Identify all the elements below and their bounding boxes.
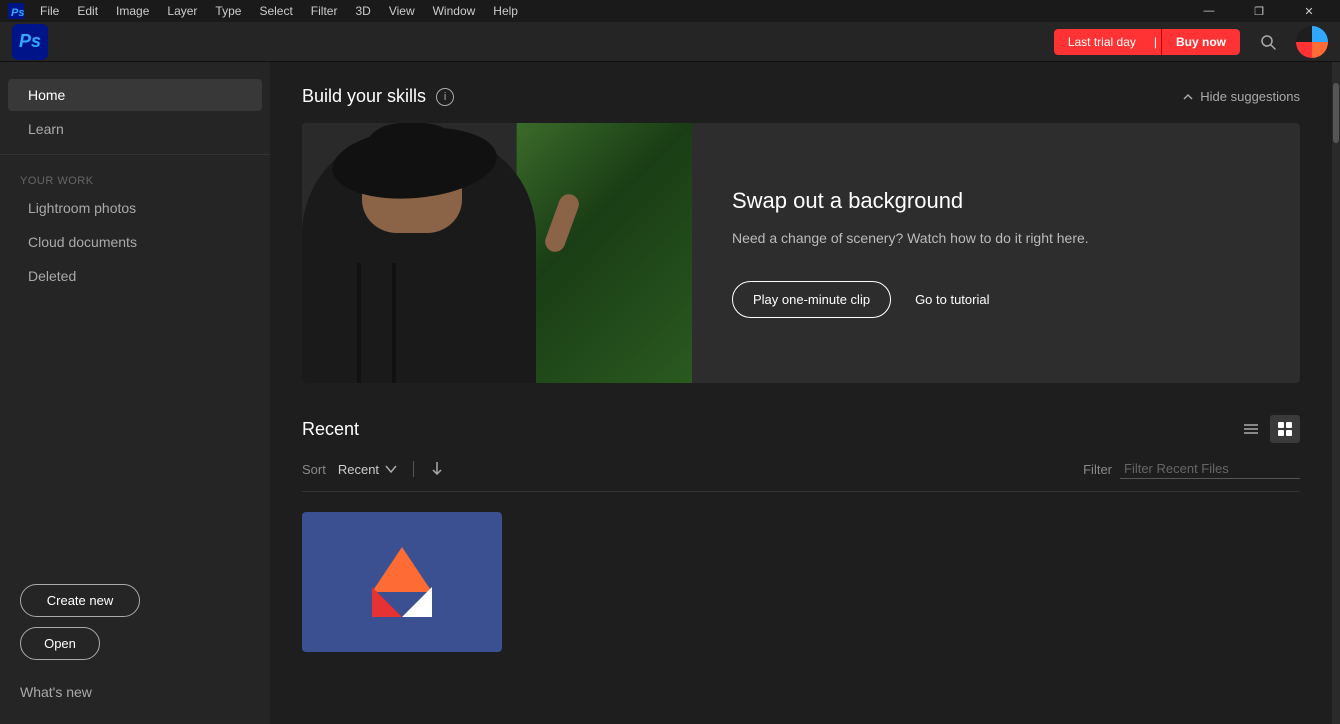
trial-buy-group: Last trial day | Buy now: [1054, 29, 1240, 55]
sidebar-item-whats-new[interactable]: What's new: [0, 676, 270, 708]
tutorial-actions: Play one-minute clip Go to tutorial: [732, 281, 1089, 318]
outfit-strap-left: [357, 263, 361, 383]
recent-file-thumbnail: [302, 512, 502, 652]
filter-input[interactable]: [1120, 459, 1300, 479]
menu-file[interactable]: File: [32, 2, 67, 20]
titlebar: Ps File Edit Image Layer Type Select Fil…: [0, 0, 1340, 22]
menu-select[interactable]: Select: [251, 2, 300, 20]
scrollbar-thumb[interactable]: [1333, 83, 1339, 143]
sort-label: Sort: [302, 462, 326, 477]
recent-title: Recent: [302, 419, 359, 440]
skills-title-group: Build your skills i: [302, 86, 454, 107]
info-icon[interactable]: i: [436, 88, 454, 106]
open-button[interactable]: Open: [20, 627, 100, 660]
menu-3d[interactable]: 3D: [347, 2, 378, 20]
app-icon: Ps: [8, 3, 24, 19]
sidebar-item-cloud[interactable]: Cloud documents: [8, 226, 262, 258]
grid-view-button[interactable]: [1270, 415, 1300, 443]
hat-top: [367, 123, 457, 178]
recent-section-header: Recent: [302, 415, 1300, 443]
menu-image[interactable]: Image: [108, 2, 157, 20]
sort-value: Recent: [338, 462, 379, 477]
hide-suggestions-label: Hide suggestions: [1200, 89, 1300, 104]
skills-title: Build your skills: [302, 86, 426, 107]
search-icon: [1260, 34, 1276, 50]
menu-filter[interactable]: Filter: [303, 2, 346, 20]
sidebar: Home Learn YOUR WORK Lightroom photos Cl…: [0, 62, 270, 724]
minimize-button[interactable]: —: [1186, 0, 1232, 22]
create-new-button[interactable]: Create new: [20, 584, 140, 617]
titlebar-left: Ps File Edit Image Layer Type Select Fil…: [8, 2, 526, 20]
list-view-icon: [1243, 421, 1259, 437]
buy-now-button[interactable]: Buy now: [1161, 29, 1240, 55]
maximize-button[interactable]: ❐: [1236, 0, 1282, 22]
go-to-tutorial-button[interactable]: Go to tutorial: [915, 292, 989, 307]
ps-logo: Ps: [12, 24, 48, 60]
sidebar-item-lightroom[interactable]: Lightroom photos: [8, 192, 262, 224]
tutorial-content: Swap out a background Need a change of s…: [692, 123, 1129, 383]
skills-section-header: Build your skills i Hide suggestions: [302, 86, 1300, 107]
grid-view-icon: [1277, 421, 1293, 437]
your-work-label: YOUR WORK: [0, 163, 270, 191]
menu-layer[interactable]: Layer: [159, 2, 205, 20]
outfit-strap-right: [392, 263, 396, 383]
menu-help[interactable]: Help: [485, 2, 526, 20]
tutorial-title: Swap out a background: [732, 188, 1089, 214]
sort-direction-icon: [430, 461, 444, 475]
sidebar-buttons: Create new Open: [0, 568, 270, 676]
filter-area: Filter: [1083, 459, 1300, 479]
main-layout: Home Learn YOUR WORK Lightroom photos Cl…: [0, 62, 1340, 724]
foliage-bg: [517, 123, 693, 383]
chevron-up-icon: [1182, 91, 1194, 103]
sidebar-item-learn[interactable]: Learn: [8, 113, 262, 145]
sidebar-item-home[interactable]: Home: [8, 79, 262, 111]
sort-select[interactable]: Recent: [338, 462, 397, 477]
filter-label: Filter: [1083, 462, 1112, 477]
sidebar-item-deleted[interactable]: Deleted: [8, 260, 262, 292]
tutorial-desc: Need a change of scenery? Watch how to d…: [732, 228, 1089, 249]
menu-edit[interactable]: Edit: [69, 2, 106, 20]
titlebar-menus: File Edit Image Layer Type Select Filter…: [32, 2, 526, 20]
menu-type[interactable]: Type: [207, 2, 249, 20]
mk-logo: [372, 547, 432, 617]
tutorial-image: [302, 123, 692, 383]
user-avatar[interactable]: [1296, 26, 1328, 58]
list-view-button[interactable]: [1236, 415, 1266, 443]
svg-text:Ps: Ps: [11, 7, 24, 19]
tutorial-card: Swap out a background Need a change of s…: [302, 123, 1300, 383]
chevron-down-icon: [385, 465, 397, 473]
content-area: Build your skills i Hide suggestions: [270, 62, 1332, 724]
toolbar: Ps Last trial day | Buy now: [0, 22, 1340, 62]
recent-file-item[interactable]: [302, 512, 502, 660]
sidebar-divider: [0, 154, 270, 155]
mk-bottom-right: [402, 587, 432, 617]
play-clip-button[interactable]: Play one-minute clip: [732, 281, 891, 318]
menu-window[interactable]: Window: [425, 2, 484, 20]
trial-separator: |: [1150, 29, 1161, 55]
mk-logo-shape: [372, 547, 432, 617]
titlebar-controls: — ❐ ✕: [1186, 0, 1332, 22]
sort-direction-button[interactable]: [430, 461, 444, 478]
mk-bottom-left: [372, 587, 402, 617]
view-toggle: [1236, 415, 1300, 443]
close-button[interactable]: ✕: [1286, 0, 1332, 22]
menu-view[interactable]: View: [381, 2, 423, 20]
sort-divider: [413, 461, 414, 477]
sidebar-spacer: [0, 293, 270, 568]
mk-top-triangle: [372, 547, 432, 592]
trial-button[interactable]: Last trial day: [1054, 29, 1150, 55]
scrollbar-track[interactable]: [1332, 62, 1340, 724]
sort-bar: Sort Recent Filter: [302, 459, 1300, 492]
hide-suggestions-button[interactable]: Hide suggestions: [1182, 89, 1300, 104]
search-button[interactable]: [1252, 26, 1284, 58]
recent-files-grid: [302, 512, 1300, 660]
